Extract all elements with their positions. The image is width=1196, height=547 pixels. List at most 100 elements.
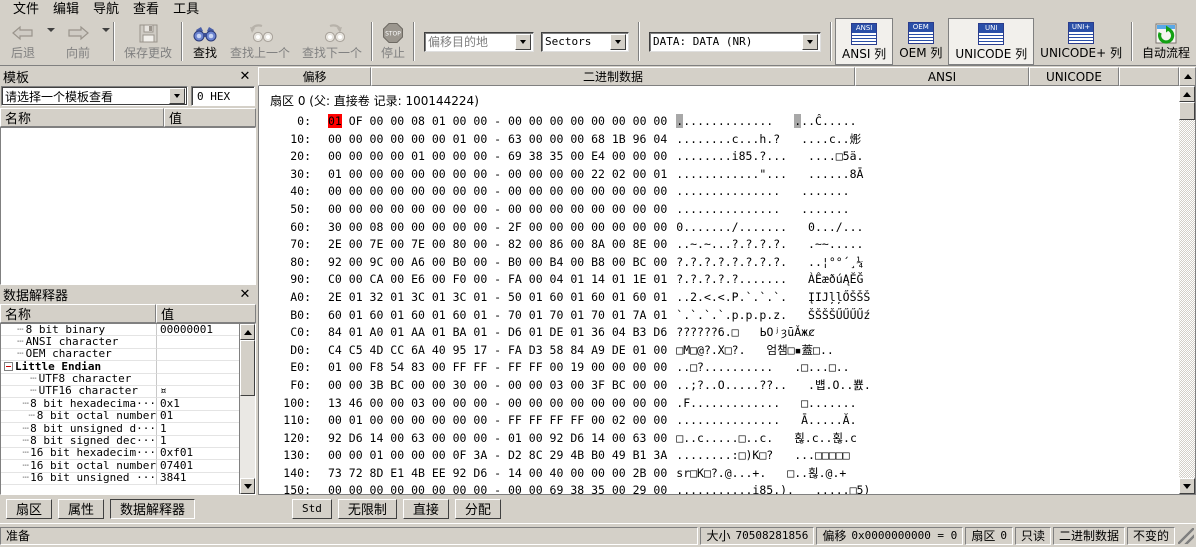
- data-interpreter-row[interactable]: ┄ OEM character: [1, 348, 239, 362]
- template-select[interactable]: 请选择一个模板查看: [1, 86, 188, 106]
- template-select-chevron-down-icon[interactable]: [169, 88, 185, 104]
- hex-row[interactable]: 80: 92 00 9C 00 A6 00 B0 00 - B0 00 B4 00…: [267, 254, 1179, 272]
- di-col-name[interactable]: 名称: [0, 304, 156, 323]
- bottom-tab-0[interactable]: 扇区: [6, 498, 53, 519]
- data-interpreter-scrollbar[interactable]: [239, 324, 255, 494]
- hex-row-bytes[interactable]: C0 00 CA 00 E6 00 F0 00 - FA 00 04 01 14…: [311, 271, 667, 289]
- hex-row[interactable]: 100: 13 46 00 00 03 00 00 00 - 00 00 00 0…: [267, 395, 1179, 413]
- hex-row[interactable]: 30: 01 00 00 00 00 00 00 00 - 00 00 00 00…: [267, 166, 1179, 184]
- di-scroll-up-icon[interactable]: [240, 324, 255, 340]
- hex-row-unicode[interactable]: ŠŠŠŠŰŰŰŰź: [787, 307, 870, 325]
- bottom-tab-1[interactable]: 属性: [58, 498, 105, 519]
- hex-row[interactable]: E0: 01 00 F8 54 83 00 FF FF - FF FF 00 19…: [267, 359, 1179, 377]
- menu-edit[interactable]: 编辑: [46, 1, 86, 18]
- hex-row[interactable]: 10: 00 00 00 00 00 00 01 00 - 63 00 00 00…: [267, 131, 1179, 149]
- hex-scroll-thumb[interactable]: [1179, 102, 1195, 120]
- data-interpreter-row[interactable]: ┄ 8 bit unsigned d··· 1: [1, 423, 239, 436]
- hex-row-ansi[interactable]: ........c...h.?: [667, 131, 780, 149]
- hex-row[interactable]: 50: 00 00 00 00 00 00 00 00 - 00 00 00 00…: [267, 201, 1179, 219]
- find-button[interactable]: 查找: [186, 18, 224, 65]
- hex-row-ansi[interactable]: 0......./.......: [667, 219, 787, 237]
- data-interpreter-row[interactable]: ┄ UTF16 character ¤: [1, 385, 239, 399]
- hex-row-unicode[interactable]: □.......: [780, 395, 856, 413]
- data-mode-combo[interactable]: DATA: DATA (NR): [649, 31, 822, 52]
- hex-row[interactable]: B0: 60 01 60 01 60 01 60 01 - 70 01 70 01…: [267, 307, 1179, 325]
- data-interpreter-row[interactable]: ┄ 8 bit signed dec··· 1: [1, 435, 239, 448]
- hex-mode-tab-2[interactable]: 直接: [402, 498, 449, 519]
- hex-row-unicode[interactable]: ÀÊæðúĄĔĞ: [787, 271, 863, 289]
- hex-row-bytes[interactable]: C4 C5 4D CC 6A 40 95 17 - FA D3 58 84 A9…: [311, 342, 667, 360]
- hex-row[interactable]: 150: 00 00 00 00 00 00 00 00 - 00 00 69 3…: [267, 482, 1179, 494]
- hex-scroll-up-icon[interactable]: [1179, 67, 1196, 86]
- di-scroll-down-icon[interactable]: [240, 478, 255, 494]
- hex-row-bytes[interactable]: 00 00 01 00 00 00 0F 3A - D2 8C 29 4B B0…: [311, 447, 667, 465]
- hex-row-unicode[interactable]: ......8Ā: [787, 166, 863, 184]
- template-col-name[interactable]: 名称: [0, 108, 164, 127]
- hex-mode-tab-0[interactable]: Std: [292, 498, 332, 519]
- unicode-column-button[interactable]: UNI UNICODE 列: [948, 18, 1035, 65]
- unicode-plus-column-button[interactable]: UNI+ UNICODE+ 列: [1034, 18, 1128, 65]
- di-scroll-track[interactable]: [240, 340, 255, 478]
- di-scroll-thumb[interactable]: [240, 340, 255, 396]
- hex-row-bytes[interactable]: 00 00 00 00 01 00 00 00 - 69 38 35 00 E4…: [311, 148, 667, 166]
- hex-row[interactable]: D0: C4 C5 4D CC 6A 40 95 17 - FA D3 58 84…: [267, 342, 1179, 360]
- hex-row-ansi[interactable]: ..2.<.<.P.`.`.`.: [667, 289, 787, 307]
- data-interpreter-row[interactable]: ┄ 16 bit octal number 07401: [1, 460, 239, 473]
- window-resize-grip[interactable]: [1178, 527, 1194, 544]
- data-interpreter-row[interactable]: ┄ 16 bit unsigned ··· 3841: [1, 472, 239, 486]
- hex-row-bytes[interactable]: 2E 00 7E 00 7E 00 80 00 - 82 00 86 00 8A…: [311, 236, 667, 254]
- offset-destination-chevron-down-icon[interactable]: [515, 33, 532, 50]
- data-interpreter-row[interactable]: ┄ 16 bit hexadecim··· 0xf01: [1, 447, 239, 461]
- hex-row-ansi[interactable]: ..~.~...?.?.?.?.: [667, 236, 787, 254]
- hex-row-unicode[interactable]: ...□□□□□: [773, 447, 849, 465]
- hex-row-bytes[interactable]: 2E 01 32 01 3C 01 3C 01 - 50 01 60 01 60…: [311, 289, 667, 307]
- hex-row[interactable]: 140: 73 72 8D E1 4B EE 92 D6 - 14 00 40 0…: [267, 465, 1179, 483]
- sectors-combo[interactable]: Sectors: [541, 31, 630, 52]
- hex-header-offset[interactable]: 偏移: [258, 67, 371, 86]
- hex-row-ansi[interactable]: sr□K□?.@...+.: [667, 465, 766, 483]
- hex-row-bytes[interactable]: 30 00 08 00 00 00 00 00 - 2F 00 00 00 00…: [311, 219, 667, 237]
- hex-row-unicode[interactable]: .......: [780, 201, 849, 219]
- data-interpreter-row[interactable]: ┄ 8 bit hexadecima··· 0x1: [1, 398, 239, 411]
- hex-mode-tab-1[interactable]: 无限制: [337, 498, 397, 519]
- template-col-value[interactable]: 值: [164, 108, 256, 127]
- data-mode-chevron-down-icon[interactable]: [802, 33, 819, 50]
- auto-flow-button[interactable]: 自动流程: [1136, 18, 1196, 65]
- hex-row-bytes[interactable]: 00 00 00 00 00 00 00 00 - 00 00 00 00 00…: [311, 183, 667, 201]
- data-interpreter-row[interactable]: ┄ 8 bit binary 00000001: [1, 324, 239, 337]
- hex-row[interactable]: 130: 00 00 01 00 00 00 0F 3A - D2 8C 29 4…: [267, 447, 1179, 465]
- offset-destination-combo[interactable]: 偏移目的地: [424, 31, 535, 52]
- oem-column-button[interactable]: OEM OEM 列: [893, 18, 948, 65]
- hex-row-ansi[interactable]: ............"...: [667, 166, 787, 184]
- data-interpreter-row[interactable]: ┄ ANSI character: [1, 336, 239, 349]
- hex-row[interactable]: C0: 84 01 A0 01 AA 01 BA 01 - D6 01 DE 01…: [267, 324, 1179, 342]
- hex-row-ansi[interactable]: ..;?..O.....??..: [667, 377, 787, 395]
- hex-row[interactable]: 20: 00 00 00 00 01 00 00 00 - 69 38 35 00…: [267, 148, 1179, 166]
- hex-row-ansi[interactable]: ...........i85.).: [667, 482, 794, 494]
- hex-page[interactable]: 扇区 0 (父: 直接卷 记录: 100144224) 0: 01 OF 00 0…: [259, 86, 1179, 494]
- hex-row-unicode[interactable]: 엄챔□▪蓋□..: [746, 342, 834, 360]
- data-interpreter-row[interactable]: ┄ 8 bit octal number 01: [1, 410, 239, 424]
- hex-row-bytes[interactable]: 01 00 F8 54 83 00 FF FF - FF FF 00 19 00…: [311, 359, 667, 377]
- hex-row-unicode[interactable]: .....□5): [794, 482, 870, 494]
- template-hex-field[interactable]: 0 HEX: [191, 86, 255, 106]
- hex-row-unicode[interactable]: ....c..烿: [780, 131, 861, 149]
- hex-row-bytes[interactable]: 00 00 00 00 00 00 00 00 - 00 00 00 00 00…: [311, 201, 667, 219]
- hex-row-bytes[interactable]: 92 00 9C 00 A6 00 B0 00 - B0 00 B4 00 B8…: [311, 254, 667, 272]
- back-button[interactable]: 后退: [0, 18, 46, 60]
- hex-row[interactable]: 70: 2E 00 7E 00 7E 00 80 00 - 82 00 86 00…: [267, 236, 1179, 254]
- di-col-value[interactable]: 值: [156, 304, 256, 323]
- hex-row-ansi[interactable]: ..............: [667, 113, 773, 131]
- tree-collapse-icon[interactable]: [4, 362, 13, 372]
- data-interpreter-row[interactable]: ┄ UTF8 character: [1, 373, 239, 386]
- menu-tools[interactable]: 工具: [166, 1, 206, 18]
- hex-row-unicode[interactable]: .......: [780, 183, 849, 201]
- back-dropdown-icon[interactable]: [46, 18, 55, 42]
- save-changes-button[interactable]: 保存更改: [118, 18, 178, 65]
- hex-row-bytes[interactable]: 73 72 8D E1 4B EE 92 D6 - 14 00 40 00 00…: [311, 465, 667, 483]
- hex-scroll-up-button[interactable]: [1179, 86, 1195, 102]
- forward-dropdown-icon[interactable]: [101, 18, 110, 42]
- hex-row-bytes[interactable]: 13 46 00 00 03 00 00 00 - 00 00 00 00 00…: [311, 395, 667, 413]
- hex-header-unicode[interactable]: UNICODE: [1029, 67, 1119, 86]
- hex-mode-tab-3[interactable]: 分配: [454, 498, 501, 519]
